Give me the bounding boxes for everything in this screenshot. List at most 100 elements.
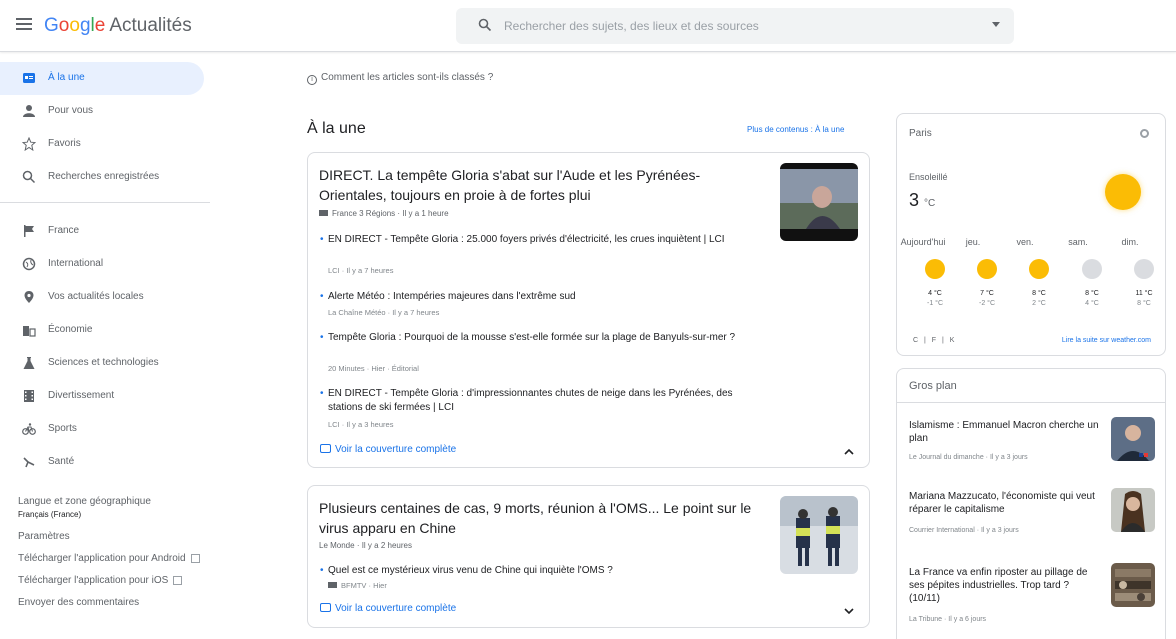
cloud-icon: [1082, 259, 1102, 279]
sidebar-item-label: Sciences et technologies: [48, 357, 159, 368]
story-headline[interactable]: DIRECT. La tempête Gloria s'abat sur l'A…: [319, 165, 759, 205]
story-thumbnail[interactable]: [780, 163, 858, 241]
temperature-unit-toggle[interactable]: C | F | K: [913, 337, 956, 344]
sidebar-item-local[interactable]: Vos actualités locales: [0, 281, 204, 314]
sidebar-item-france[interactable]: France: [0, 215, 204, 248]
sun-cloud-icon: [977, 259, 997, 279]
closeup-image: [1111, 417, 1155, 461]
forecast-low: 8 °C: [1137, 300, 1151, 307]
sidebar-item-sante[interactable]: Santé: [0, 446, 204, 479]
full-coverage-link[interactable]: Voir la couverture complète: [320, 603, 456, 614]
closeup-article-meta: La Tribune · Il y a 6 jours: [909, 616, 987, 623]
home-icon: [23, 73, 35, 83]
related-article[interactable]: Tempête Gloria : Pourquoi de la mousse s…: [320, 331, 748, 345]
person-icon: [23, 105, 35, 117]
sidebar-item-sciences[interactable]: Sciences et technologies: [0, 347, 204, 380]
full-coverage-icon: [320, 444, 331, 453]
closeup-thumbnail[interactable]: [1111, 563, 1155, 607]
story-meta: France 3 Régions · Il y a 1 heure: [319, 209, 449, 218]
app-name: Actualités: [109, 15, 192, 36]
location-settings-icon[interactable]: [1140, 129, 1149, 138]
settings-link[interactable]: Paramètres: [18, 530, 208, 543]
hamburger-menu-icon[interactable]: [16, 18, 32, 32]
weather-source-link[interactable]: Lire la suite sur weather.com: [1062, 337, 1151, 344]
info-icon: i: [307, 75, 317, 85]
language-region-link[interactable]: Langue et zone géographique Français (Fr…: [18, 495, 208, 521]
flag-icon: [24, 225, 34, 237]
sidebar-item-label: Divertissement: [48, 390, 115, 401]
sidebar-nav: À la une Pour vous Favoris Recherches en…: [0, 62, 210, 479]
google-news-logo[interactable]: Google Actualités: [44, 15, 192, 37]
closeup-panel: Gros plan Islamisme : Emmanuel Macron ch…: [896, 368, 1166, 639]
external-link-icon: [173, 575, 183, 585]
full-coverage-icon: [320, 603, 331, 612]
search-dropdown-icon[interactable]: [992, 22, 1000, 27]
rain-icon: [1134, 259, 1154, 279]
closeup-thumbnail[interactable]: [1111, 488, 1155, 532]
building-icon: [23, 326, 36, 337]
related-article-meta: LCI · Il y a 7 heures: [328, 266, 394, 275]
forecast-day: sam.: [1068, 237, 1088, 247]
story-source[interactable]: Le Monde: [319, 541, 355, 550]
ios-app-link[interactable]: Télécharger l'application pour iOS: [18, 574, 208, 587]
location-pin-icon: [24, 291, 34, 303]
related-article-meta: 20 Minutes · Hier · Éditorial: [328, 364, 419, 373]
search-input[interactable]: [504, 14, 964, 38]
bike-icon: [22, 423, 36, 435]
related-article[interactable]: EN DIRECT - Tempête Gloria : 25.000 foye…: [320, 233, 748, 247]
sidebar-item-sports[interactable]: Sports: [0, 413, 204, 446]
sidebar-item-economie[interactable]: Économie: [0, 314, 204, 347]
story-thumbnail[interactable]: [780, 496, 858, 574]
sun-icon: [925, 259, 945, 279]
sidebar-item-favoris[interactable]: Favoris: [0, 128, 204, 161]
chevron-down-icon[interactable]: [843, 605, 855, 617]
closeup-article[interactable]: Islamisme : Emmanuel Macron cherche un p…: [909, 419, 1099, 445]
story-image: [780, 163, 858, 241]
story-headline[interactable]: Plusieurs centaines de cas, 9 morts, réu…: [319, 498, 759, 538]
feedback-link[interactable]: Envoyer des commentaires: [18, 596, 208, 609]
story-time: Il y a 2 heures: [361, 541, 412, 550]
forecast-high: 7 °C: [980, 290, 994, 297]
search-icon: [22, 170, 36, 184]
related-article[interactable]: Quel est ce mystérieux virus venu de Chi…: [320, 564, 748, 578]
weather-city[interactable]: Paris: [909, 128, 932, 139]
how-ranked-link[interactable]: i Comment les articles sont-ils classés ?: [307, 72, 493, 85]
divider: [0, 202, 210, 203]
closeup-article-meta: Courrier International · Il y a 3 jours: [909, 527, 1019, 534]
related-article-meta-text: BFMTV · Hier: [341, 581, 387, 590]
related-article[interactable]: Alerte Météo : Intempéries majeures dans…: [320, 290, 748, 304]
current-temperature-value: 3: [909, 190, 920, 210]
forecast-low: 4 °C: [1085, 300, 1099, 307]
search-bar[interactable]: [456, 8, 1014, 44]
related-article-meta: BFMTV · Hier: [328, 581, 387, 590]
flask-icon: [23, 357, 35, 369]
sidebar-item-divertissement[interactable]: Divertissement: [0, 380, 204, 413]
sidebar-item-label: Recherches enregistrées: [48, 171, 160, 182]
sidebar-item-label: Favoris: [48, 138, 81, 149]
full-coverage-link[interactable]: Voir la couverture complète: [320, 444, 456, 455]
sidebar-item-label: Pour vous: [48, 105, 94, 116]
forecast-day: jeu.: [965, 237, 981, 247]
closeup-article[interactable]: La France va enfin riposter au pillage d…: [909, 566, 1099, 605]
current-temperature: 3 °C: [909, 190, 935, 211]
android-app-link[interactable]: Télécharger l'application pour Android: [18, 552, 208, 565]
sidebar-item-recherches[interactable]: Recherches enregistrées: [0, 161, 204, 194]
android-app-label: Télécharger l'application pour Android: [18, 553, 186, 564]
sidebar-item-label: International: [48, 258, 104, 269]
language-label: Langue et zone géographique: [18, 496, 151, 507]
sidebar-item-international[interactable]: International: [0, 248, 204, 281]
sidebar-item-pour-vous[interactable]: Pour vous: [0, 95, 204, 128]
closeup-article[interactable]: Mariana Mazzucato, l'économiste qui veut…: [909, 490, 1099, 516]
story-time: Il y a 1 heure: [402, 209, 449, 218]
forecast-high: 11 °C: [1135, 290, 1153, 297]
chevron-up-icon[interactable]: [843, 446, 855, 458]
sidebar-item-a-la-une[interactable]: À la une: [0, 62, 204, 95]
section-title: À la une: [307, 120, 366, 137]
story-source[interactable]: France 3 Régions: [332, 209, 395, 218]
forecast-high: 8 °C: [1085, 290, 1099, 297]
how-ranked-label: Comment les articles sont-ils classés ?: [321, 72, 494, 83]
closeup-thumbnail[interactable]: [1111, 417, 1155, 461]
related-article[interactable]: EN DIRECT - Tempête Gloria : d'impressio…: [320, 387, 748, 415]
more-headlines-link[interactable]: Plus de contenus : À la une: [747, 125, 844, 134]
related-article-meta: LCI · Il y a 3 heures: [328, 420, 394, 429]
